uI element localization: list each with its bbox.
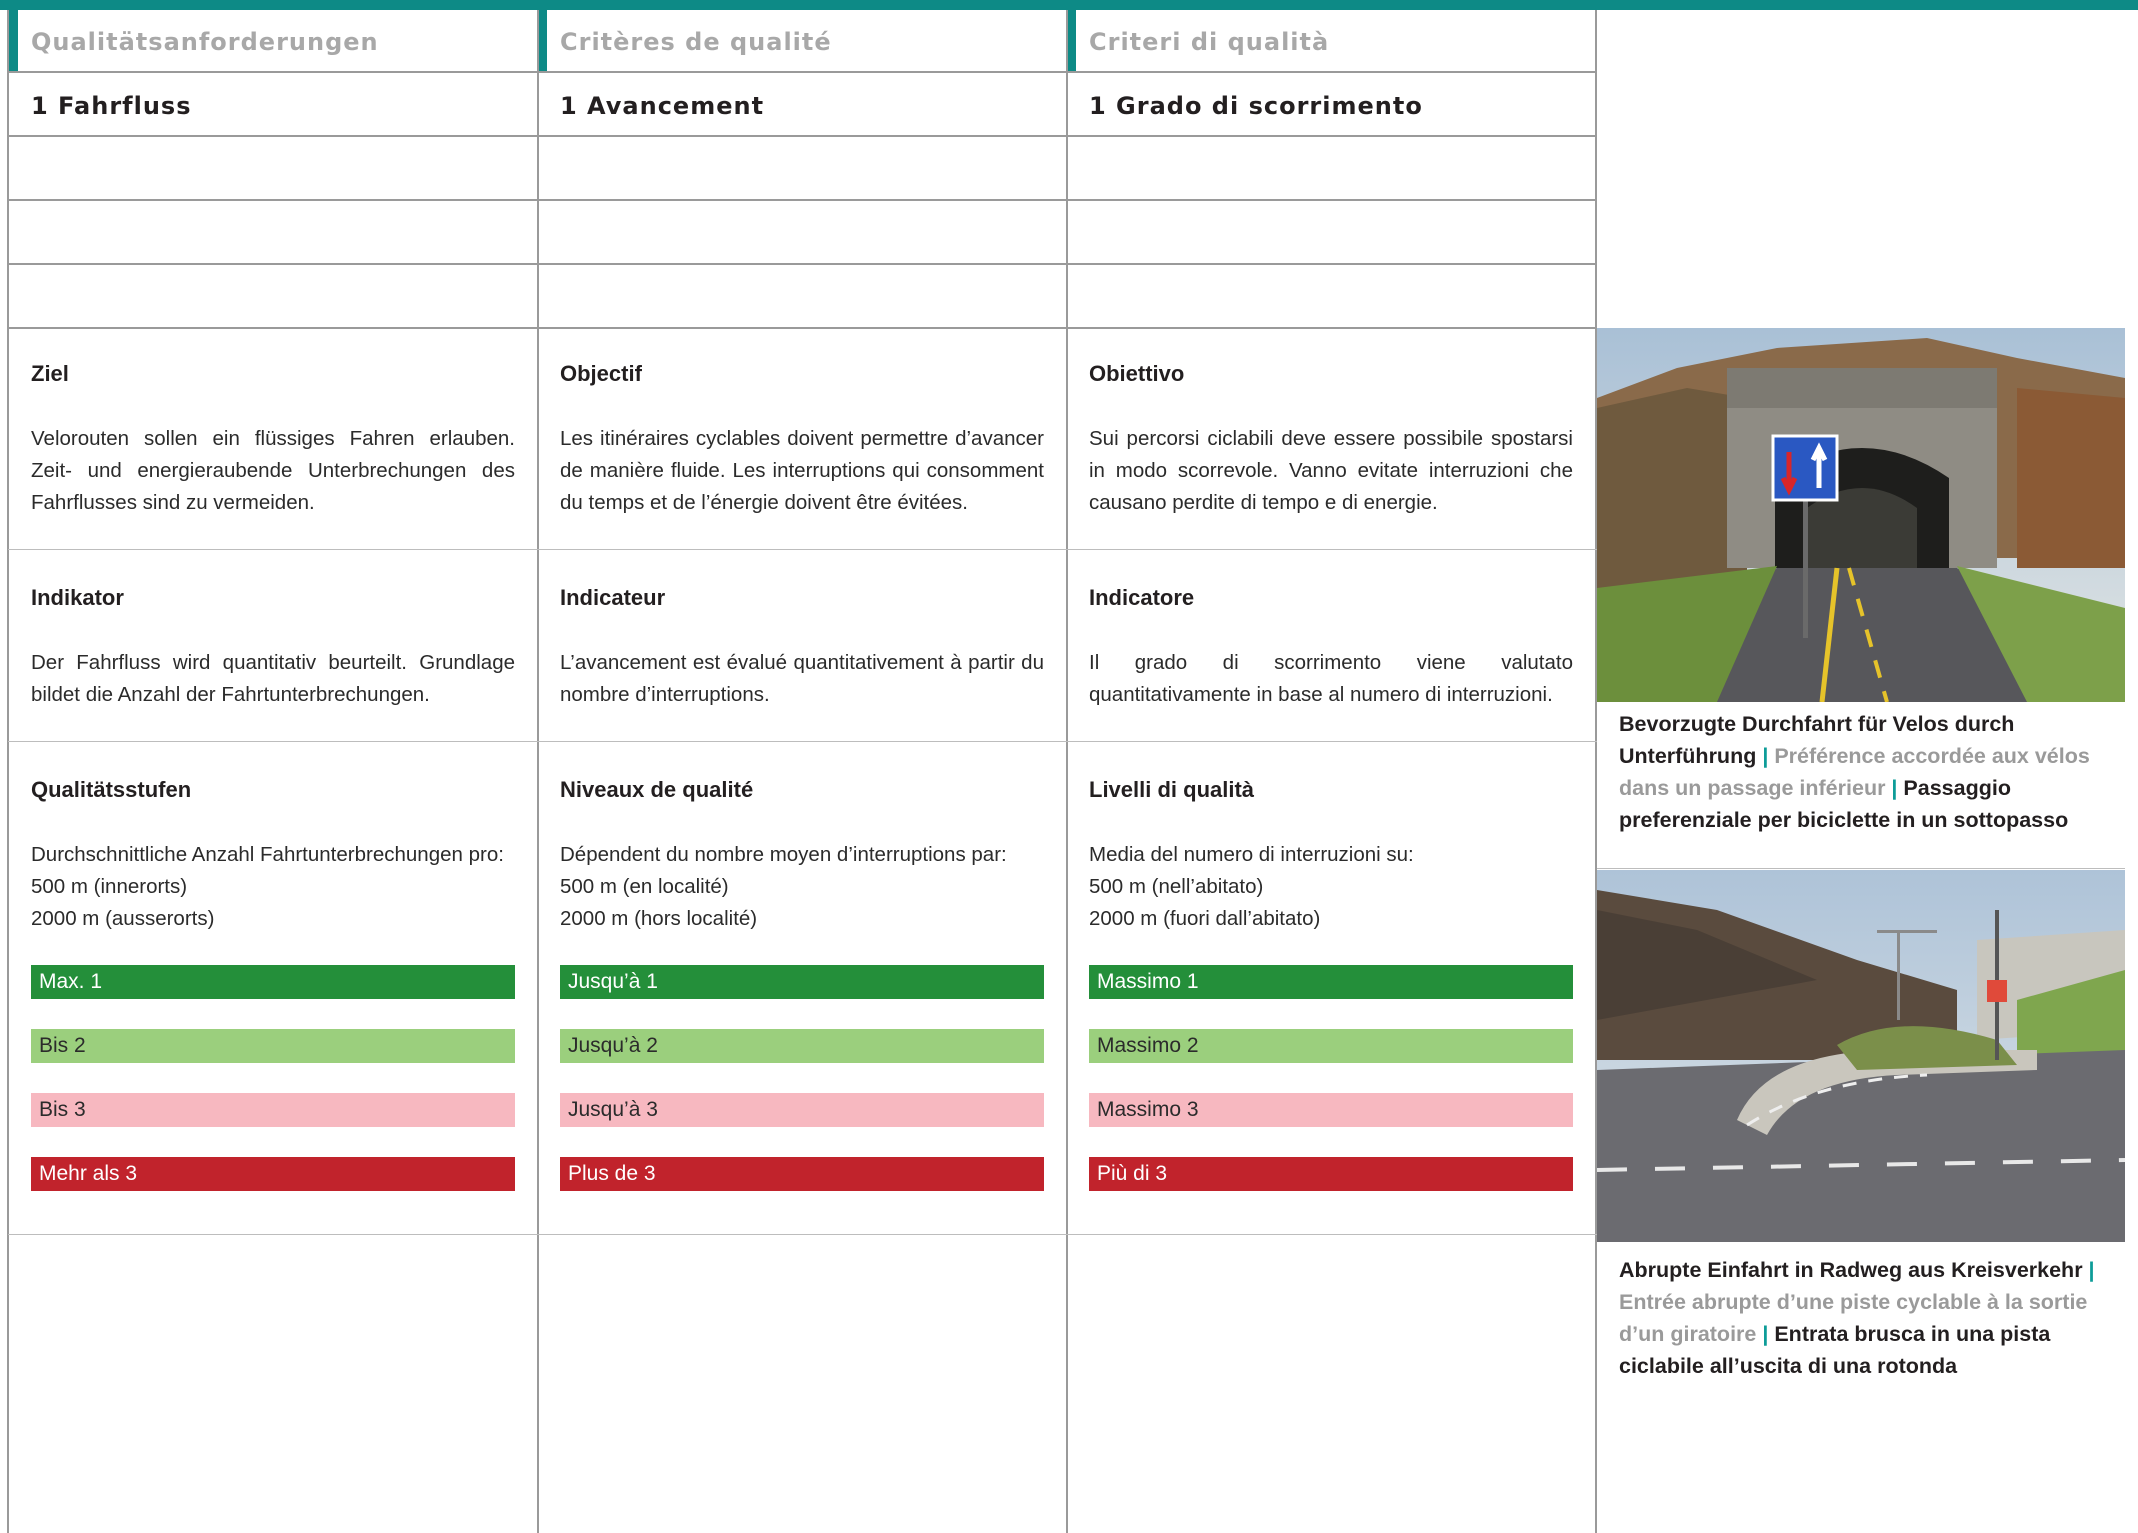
levels-line: 500 m (en localité) [560,875,729,898]
caption-de: Abrupte Einfahrt in Radweg aus Kreisverk… [1619,1258,2083,1282]
level-badge-4: Plus de 3 [560,1157,1044,1191]
goal-text: Les itinéraires cyclables doivent permet… [560,427,1044,514]
quality-levels: Massimo 1 Massimo 2 Massimo 3 Più di 3 [1089,965,1573,1221]
level-badge-3: Bis 3 [31,1093,515,1127]
photo-caption-1: Bevorzugte Durchfahrt für Velos durch Un… [1619,708,2109,836]
indicator-title: Indikator [31,585,124,610]
grid-line [8,1234,1597,1235]
levels-title: Qualitätsstufen [31,777,192,802]
caption-separator: | [2082,1258,2095,1282]
goal-title: Obiettivo [1089,361,1185,386]
level-badge-3: Jusqu’à 3 [560,1093,1044,1127]
quality-levels: Max. 1 Bis 2 Bis 3 Mehr als 3 [31,965,515,1221]
levels-line: 2000 m (ausserorts) [31,907,215,930]
header-accent [8,10,18,72]
indicator-text: Der Fahrfluss wird quantitativ beurteilt… [31,651,515,706]
level-badge-1: Max. 1 [31,965,515,999]
level-badge-2: Jusqu’à 2 [560,1029,1044,1063]
top-accent-bar [0,0,2138,10]
grid-line [7,10,9,1533]
level-badge-2: Bis 2 [31,1029,515,1063]
level-badge-3: Massimo 3 [1089,1093,1573,1127]
photo-roundabout [1597,870,2125,1242]
levels-line: 2000 m (fuori dall’abitato) [1089,907,1321,930]
indicator-text: L’avancement est évalué quantitativement… [560,651,1044,706]
grid-line [1066,10,1068,1533]
indicator-text: Il grado di scorrimento viene valutato q… [1089,651,1573,706]
column-header: Critères de qualité [560,28,832,56]
level-badge-4: Più di 3 [1089,1157,1573,1191]
indicator-title: Indicatore [1089,585,1195,610]
goal-title: Ziel [31,361,69,386]
level-badge-1: Jusqu’à 1 [560,965,1044,999]
grid-line [1597,868,2125,869]
levels-line: 500 m (innerorts) [31,875,188,898]
column-header: Qualitätsanforderungen [31,28,379,56]
quality-levels: Jusqu’à 1 Jusqu’à 2 Jusqu’à 3 Plus de 3 [560,965,1044,1221]
levels-line: 500 m (nell’abitato) [1089,875,1264,898]
levels-description: Durchschnittliche Anzahl Fahrtunterbrech… [31,839,515,935]
grid-line [8,199,1597,201]
photo-caption-2: Abrupte Einfahrt in Radweg aus Kreisverk… [1619,1254,2109,1382]
level-badge-1: Massimo 1 [1089,965,1573,999]
level-badge-2: Massimo 2 [1089,1029,1573,1063]
levels-intro: Dépendent du nombre moyen d’interruption… [560,843,1007,866]
levels-intro: Durchschnittliche Anzahl Fahrtunterbrech… [31,843,504,866]
grid-line [537,10,539,1533]
grid-line [8,741,1597,742]
levels-description: Dépendent du nombre moyen d’interruption… [560,839,1044,935]
goal-text: Sui percorsi ciclabili deve essere possi… [1089,427,1573,514]
caption-separator: | [1756,744,1775,768]
caption-separator: | [1885,776,1904,800]
section-title: 1 Avancement [560,92,765,120]
levels-title: Niveaux de qualité [560,777,754,802]
caption-separator: | [1756,1322,1775,1346]
grid-line [8,135,1597,137]
levels-title: Livelli di qualità [1089,777,1255,802]
photo-underpass [1597,328,2125,702]
level-badge-4: Mehr als 3 [31,1157,515,1191]
goal-title: Objectif [560,361,642,386]
grid-line [8,263,1597,265]
goal-text: Velorouten sollen ein flüssiges Fahren e… [31,427,515,514]
grid-line [8,549,1597,550]
levels-intro: Media del numero di interruzioni su: [1089,843,1414,866]
grid-line [1595,10,1597,1533]
indicator-title: Indicateur [560,585,666,610]
grid-line [8,71,1597,73]
grid-line [8,327,1597,329]
section-title: 1 Fahrfluss [31,92,192,120]
section-title: 1 Grado di scorrimento [1089,92,1423,120]
column-header: Criteri di qualità [1089,28,1330,56]
levels-description: Media del numero di interruzioni su: 500… [1089,839,1573,935]
levels-line: 2000 m (hors localité) [560,907,758,930]
